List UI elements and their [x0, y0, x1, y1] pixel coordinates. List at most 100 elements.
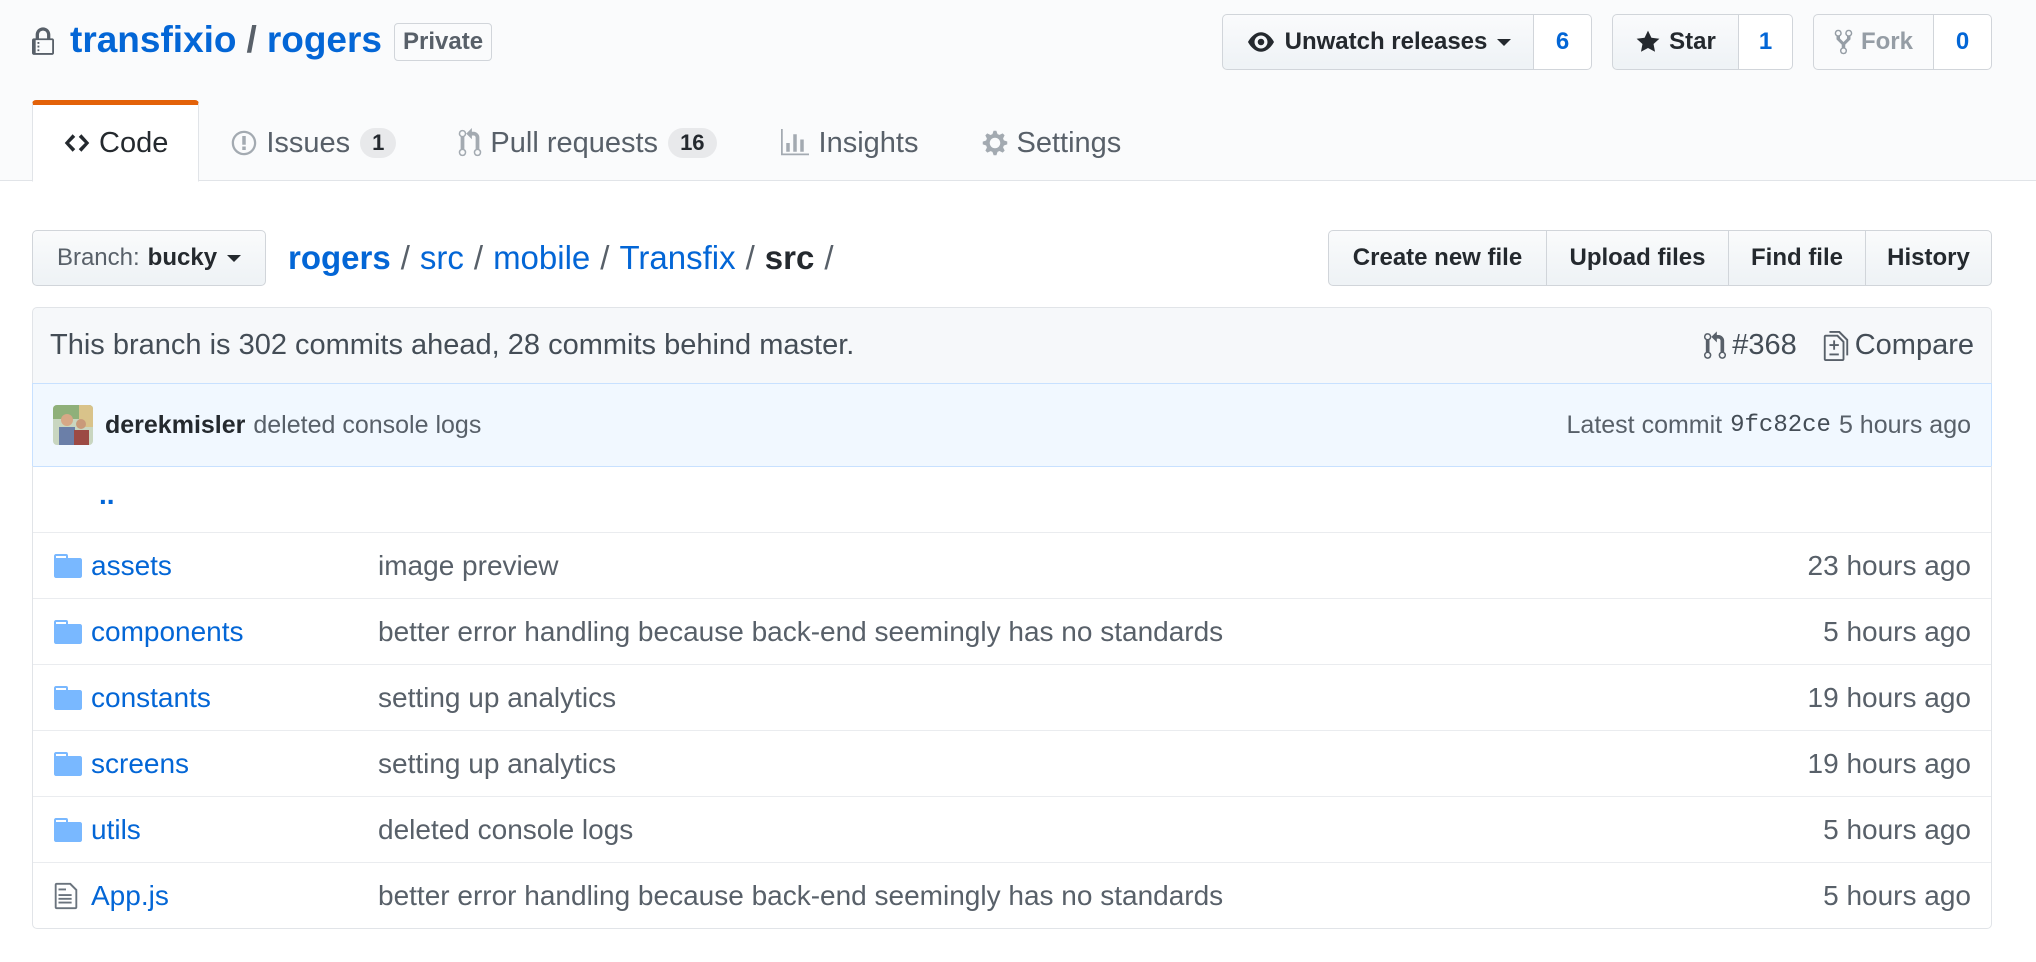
branch-prefix: Branch:	[56, 244, 140, 271]
file-name-cell: assets	[91, 550, 378, 582]
branch-status-text: This branch is 302 commits ahead, 28 com…	[50, 329, 855, 361]
commit-age: 5 hours ago	[1838, 410, 1971, 439]
table-row: constants setting up analytics 19 hours ag…	[33, 664, 1991, 730]
breadcrumb-root-link[interactable]: rogers	[288, 239, 391, 277]
graph-icon	[780, 129, 809, 156]
commit-message-cell: setting up analytics	[378, 748, 1731, 780]
file-list: .. assets image preview 23 hours ago compon…	[32, 466, 1992, 929]
commit-message-cell: better error handling because back-end s…	[378, 616, 1731, 648]
tab-pull-requests[interactable]: Pull requests 16	[427, 100, 747, 182]
lock-icon	[32, 27, 54, 55]
file-name-link[interactable]: App.js	[91, 880, 169, 911]
fork-button[interactable]: Fork	[1813, 14, 1934, 70]
file-commit-message-link[interactable]: deleted console logs	[378, 814, 633, 845]
repo-header: transfixio / rogers Private Unwatch rele…	[0, 0, 2036, 182]
find-file-button[interactable]: Find file	[1728, 230, 1866, 286]
commit-message-cell: better error handling because back-end s…	[378, 880, 1731, 912]
folder-icon	[54, 553, 82, 578]
breadcrumb-separator: /	[473, 239, 484, 276]
compare-label: Compare	[1854, 329, 1974, 361]
parent-directory-link[interactable]: ..	[99, 479, 115, 511]
chevron-down-icon	[1497, 38, 1512, 46]
file-age: 23 hours ago	[1807, 549, 1971, 581]
history-button[interactable]: History	[1865, 230, 1992, 286]
table-row: components better error handling because …	[33, 598, 1991, 664]
file-age: 19 hours ago	[1807, 747, 1971, 779]
git-pull-request-icon	[459, 128, 482, 157]
file-commit-message-link[interactable]: setting up analytics	[378, 748, 616, 779]
tab-insights[interactable]: Insights	[748, 100, 950, 182]
repo-name-link[interactable]: rogers	[267, 19, 382, 61]
file-name-link[interactable]: components	[91, 616, 244, 647]
repo-nav: Code Issues 1 Pull requests 16 Insights …	[32, 100, 1152, 182]
breadcrumb-separator: /	[824, 239, 834, 276]
stargazers-count[interactable]: 1	[1739, 14, 1793, 70]
branch-name: bucky	[147, 244, 218, 271]
repo-title: transfixio / rogers Private	[30, 16, 493, 64]
file-directory-icon	[33, 553, 91, 578]
star-button[interactable]: Star	[1612, 14, 1739, 70]
breadcrumb-separator: /	[400, 239, 410, 276]
file-commit-message-link[interactable]: better error handling because back-end s…	[378, 616, 1223, 647]
file-directory-icon	[33, 751, 91, 776]
commit-message-cell: deleted console logs	[378, 814, 1731, 846]
watch-button[interactable]: Unwatch releases	[1222, 14, 1534, 70]
forks-count[interactable]: 0	[1934, 14, 1992, 70]
file-name-link[interactable]: constants	[91, 682, 211, 713]
eye-icon	[1247, 32, 1274, 52]
tab-issues[interactable]: Issues 1	[199, 100, 427, 182]
table-row: App.js better error handling because back…	[33, 862, 1991, 928]
latest-commit-label: Latest commit	[1566, 410, 1723, 439]
pull-requests-counter: 16	[668, 128, 717, 158]
fork-label: Fork	[1860, 28, 1913, 55]
file-name-cell: components	[91, 616, 378, 648]
avatar[interactable]	[53, 405, 93, 445]
repo-owner-link[interactable]: transfixio	[70, 19, 237, 61]
watch-label: Unwatch releases	[1284, 28, 1488, 55]
file-icon	[33, 881, 91, 911]
latest-commit-bar: derekmisler deleted console logs Latest …	[32, 383, 1992, 467]
commit-author-link[interactable]: derekmisler	[105, 411, 245, 440]
tab-pull-requests-label: Pull requests	[490, 126, 659, 159]
file-name-cell: App.js	[91, 880, 378, 912]
file-name-cell: screens	[91, 748, 378, 780]
gear-icon	[982, 130, 1007, 156]
branch-infobar-actions: #368 Compare	[1704, 329, 1974, 362]
file-actions: Create new file Upload files Find file H…	[1328, 230, 1992, 286]
file-age: 5 hours ago	[1823, 615, 1971, 647]
file-commit-message-link[interactable]: setting up analytics	[378, 682, 616, 713]
file-age: 5 hours ago	[1823, 879, 1971, 911]
chevron-down-icon	[227, 254, 242, 262]
file-name-link[interactable]: assets	[91, 550, 172, 581]
create-new-file-button[interactable]: Create new file	[1328, 230, 1547, 286]
repo-forked-icon	[1834, 29, 1853, 55]
pull-request-link[interactable]: #368	[1704, 329, 1797, 362]
tab-insights-label: Insights	[818, 126, 919, 159]
folder-icon	[54, 817, 82, 842]
file-age: 19 hours ago	[1807, 681, 1971, 713]
star-label: Star	[1669, 28, 1716, 55]
file-commit-message-link[interactable]: better error handling because back-end s…	[378, 880, 1223, 911]
watchers-count[interactable]: 6	[1534, 14, 1592, 70]
tab-code[interactable]: Code	[32, 100, 200, 182]
upload-files-button[interactable]: Upload files	[1546, 230, 1729, 286]
file-directory-icon	[33, 619, 91, 644]
file-commit-message-link[interactable]: image preview	[378, 550, 559, 581]
table-row: assets image preview 23 hours ago	[33, 532, 1991, 598]
compare-link[interactable]: Compare	[1823, 329, 1974, 362]
folder-icon	[54, 751, 82, 776]
fork-group: Fork 0	[1813, 14, 1992, 70]
repo-title-separator: /	[246, 19, 257, 60]
breadcrumb-link-transfix[interactable]: Transfix	[619, 239, 735, 277]
file-name-link[interactable]: screens	[91, 748, 189, 779]
breadcrumb-link-mobile[interactable]: mobile	[493, 239, 590, 277]
file-name-link[interactable]: utils	[91, 814, 141, 845]
issue-opened-icon	[232, 130, 257, 156]
branch-select-button[interactable]: Branch: bucky	[32, 230, 266, 286]
commit-message-link[interactable]: deleted console logs	[253, 411, 481, 440]
tab-settings[interactable]: Settings	[950, 100, 1153, 182]
branch-infobar: This branch is 302 commits ahead, 28 com…	[32, 307, 1992, 384]
watch-group: Unwatch releases 6	[1222, 14, 1592, 70]
breadcrumb-link-src[interactable]: src	[420, 239, 464, 277]
commit-sha-link[interactable]: 9fc82ce	[1730, 412, 1831, 439]
